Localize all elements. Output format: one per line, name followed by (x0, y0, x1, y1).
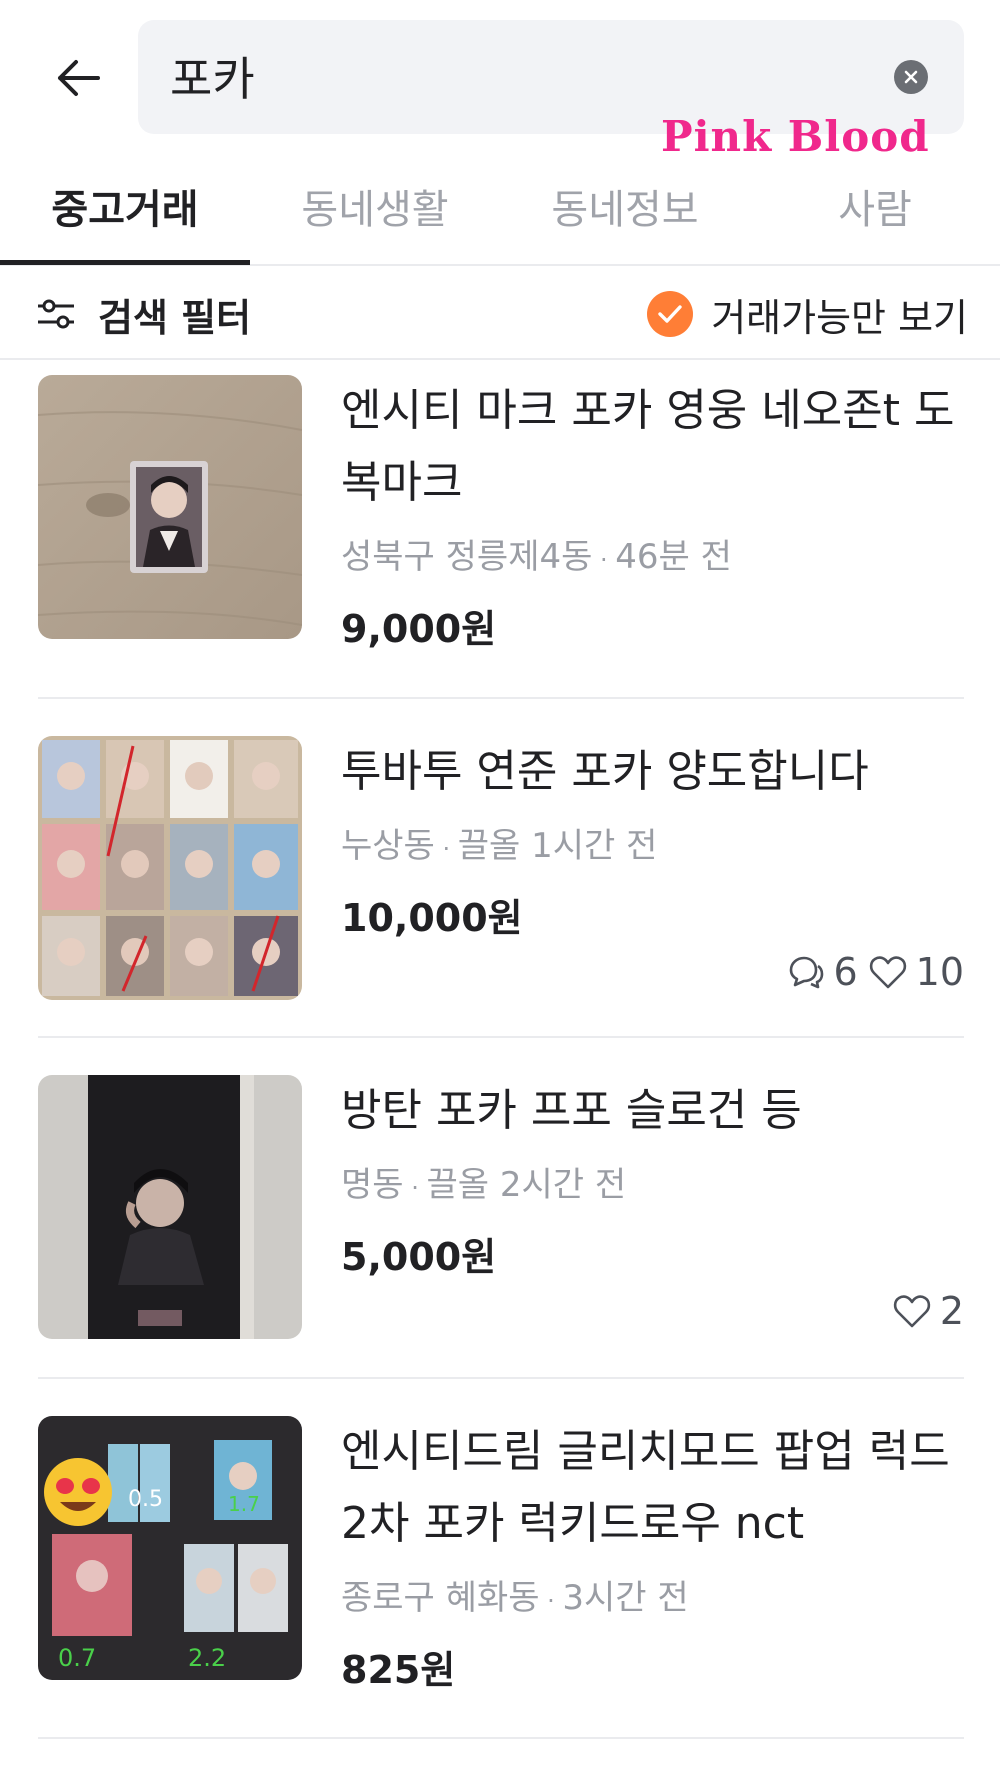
listing-time: 46분 전 (615, 537, 732, 577)
svg-text:1.7: 1.7 (228, 1492, 260, 1516)
svg-text:0.5: 0.5 (128, 1487, 163, 1512)
listing-info: 투바투 연준 포카 양도합니다 누상동 · 끌올 1시간 전 10,000원 (341, 736, 964, 945)
tab-neighborhood-info[interactable]: 동네정보 (500, 180, 750, 264)
divider (38, 1737, 964, 1739)
listing-time: 3시간 전 (562, 1578, 689, 1618)
listing-title: 투바투 연준 포카 양도합니다 (341, 746, 869, 797)
svg-text:2.2: 2.2 (188, 1644, 226, 1672)
sliders-icon (38, 299, 74, 329)
listing-thumbnail: 0.5 1.7 0.7 2.2 (38, 1416, 302, 1680)
close-icon (904, 70, 918, 84)
clear-search-button[interactable] (894, 60, 928, 94)
tab-neighborhood-life[interactable]: 동네생활 (250, 180, 500, 264)
listing-thumbnail (38, 1075, 302, 1339)
listing-info: 엔시티드림 글리치모드 팝업 럭드 2차 포카 럭키드로우 nct 종로구 혜화… (341, 1416, 964, 1697)
listing-info: 방탄 포카 프포 슬로건 등 명동 · 끌올 2시간 전 5,000원 (341, 1075, 964, 1284)
listing-time: 끌올 1시간 전 (457, 826, 658, 866)
listing-price: 5,000원 (341, 1235, 497, 1279)
divider (38, 1377, 964, 1379)
listing-counts: 6 10 (785, 950, 964, 994)
listing-meta: 종로구 혜화동 · 3시간 전 (341, 1578, 689, 1618)
divider (38, 1036, 964, 1038)
listing-price: 10,000원 (341, 896, 523, 940)
like-count-group: 10 (868, 950, 964, 994)
listing-location: 성북구 정릉제4동 (341, 537, 593, 577)
chat-bubbles-icon (790, 956, 824, 989)
list-item[interactable]: 방탄 포카 프포 슬로건 등 명동 · 끌올 2시간 전 5,000원 2 (38, 1075, 964, 1339)
listing-meta: 성북구 정릉제4동 · 46분 전 (341, 537, 732, 577)
tab-used-trade[interactable]: 중고거래 (0, 180, 250, 264)
listing-price: 825원 (341, 1648, 456, 1692)
search-header: Pink Blood (0, 0, 1000, 161)
listing-location: 종로구 혜화동 (341, 1578, 540, 1618)
list-item[interactable]: 0.5 1.7 0.7 2.2 엔시티드림 글리치모드 팝업 럭드 2차 포카 … (38, 1416, 964, 1692)
back-button[interactable] (28, 40, 128, 116)
tab-people[interactable]: 사람 (750, 180, 1000, 264)
arrow-left-icon (58, 60, 100, 96)
listing-price: 9,000원 (341, 607, 497, 651)
search-filter-button[interactable]: 검색 필터 (36, 286, 251, 342)
listing-location: 누상동 (341, 826, 435, 866)
listing-meta: 명동 · 끌올 2시간 전 (341, 1165, 627, 1205)
like-count: 2 (939, 1289, 964, 1333)
heart-icon (869, 956, 906, 989)
listing-info: 엔시티 마크 포카 영웅 네오존t 도복마크 성북구 정릉제4동 · 46분 전… (341, 375, 964, 656)
listing-title: 방탄 포카 프포 슬로건 등 (341, 1085, 802, 1136)
active-tab-indicator (0, 260, 250, 265)
like-count: 10 (915, 950, 964, 994)
chat-count-group: 6 (785, 950, 858, 994)
filter-bar: 검색 필터 거래가능만 보기 (0, 268, 1000, 360)
heart-icon (893, 1295, 930, 1328)
listing-counts: 2 (892, 1289, 964, 1333)
list-item[interactable]: 엔시티 마크 포카 영웅 네오존t 도복마크 성북구 정릉제4동 · 46분 전… (38, 375, 964, 651)
available-only-label: 거래가능만 보기 (711, 295, 968, 340)
checkmark-icon (647, 291, 694, 337)
listing-title: 엔시티드림 글리치모드 팝업 럭드 2차 포카 럭키드로우 nct (341, 1426, 950, 1549)
chat-count: 6 (833, 950, 858, 994)
list-item[interactable]: 투바투 연준 포카 양도합니다 누상동 · 끌올 1시간 전 10,000원 6… (38, 736, 964, 1000)
available-only-toggle[interactable]: 거래가능만 보기 (647, 286, 968, 342)
listing-title: 엔시티 마크 포카 영웅 네오존t 도복마크 (341, 385, 955, 508)
listing-thumbnail (38, 375, 302, 639)
divider (38, 697, 964, 699)
watermark: Pink Blood (661, 112, 930, 161)
search-input[interactable] (170, 44, 850, 108)
svg-text:0.7: 0.7 (58, 1644, 96, 1672)
listing-time: 끌올 2시간 전 (426, 1165, 627, 1205)
listing-thumbnail (38, 736, 302, 1000)
listing-location: 명동 (341, 1165, 404, 1205)
category-tabs: 중고거래 동네생활 동네정보 사람 (0, 168, 1000, 266)
search-filter-label: 검색 필터 (98, 295, 252, 340)
like-count-group: 2 (892, 1289, 964, 1333)
listing-meta: 누상동 · 끌올 1시간 전 (341, 826, 658, 866)
